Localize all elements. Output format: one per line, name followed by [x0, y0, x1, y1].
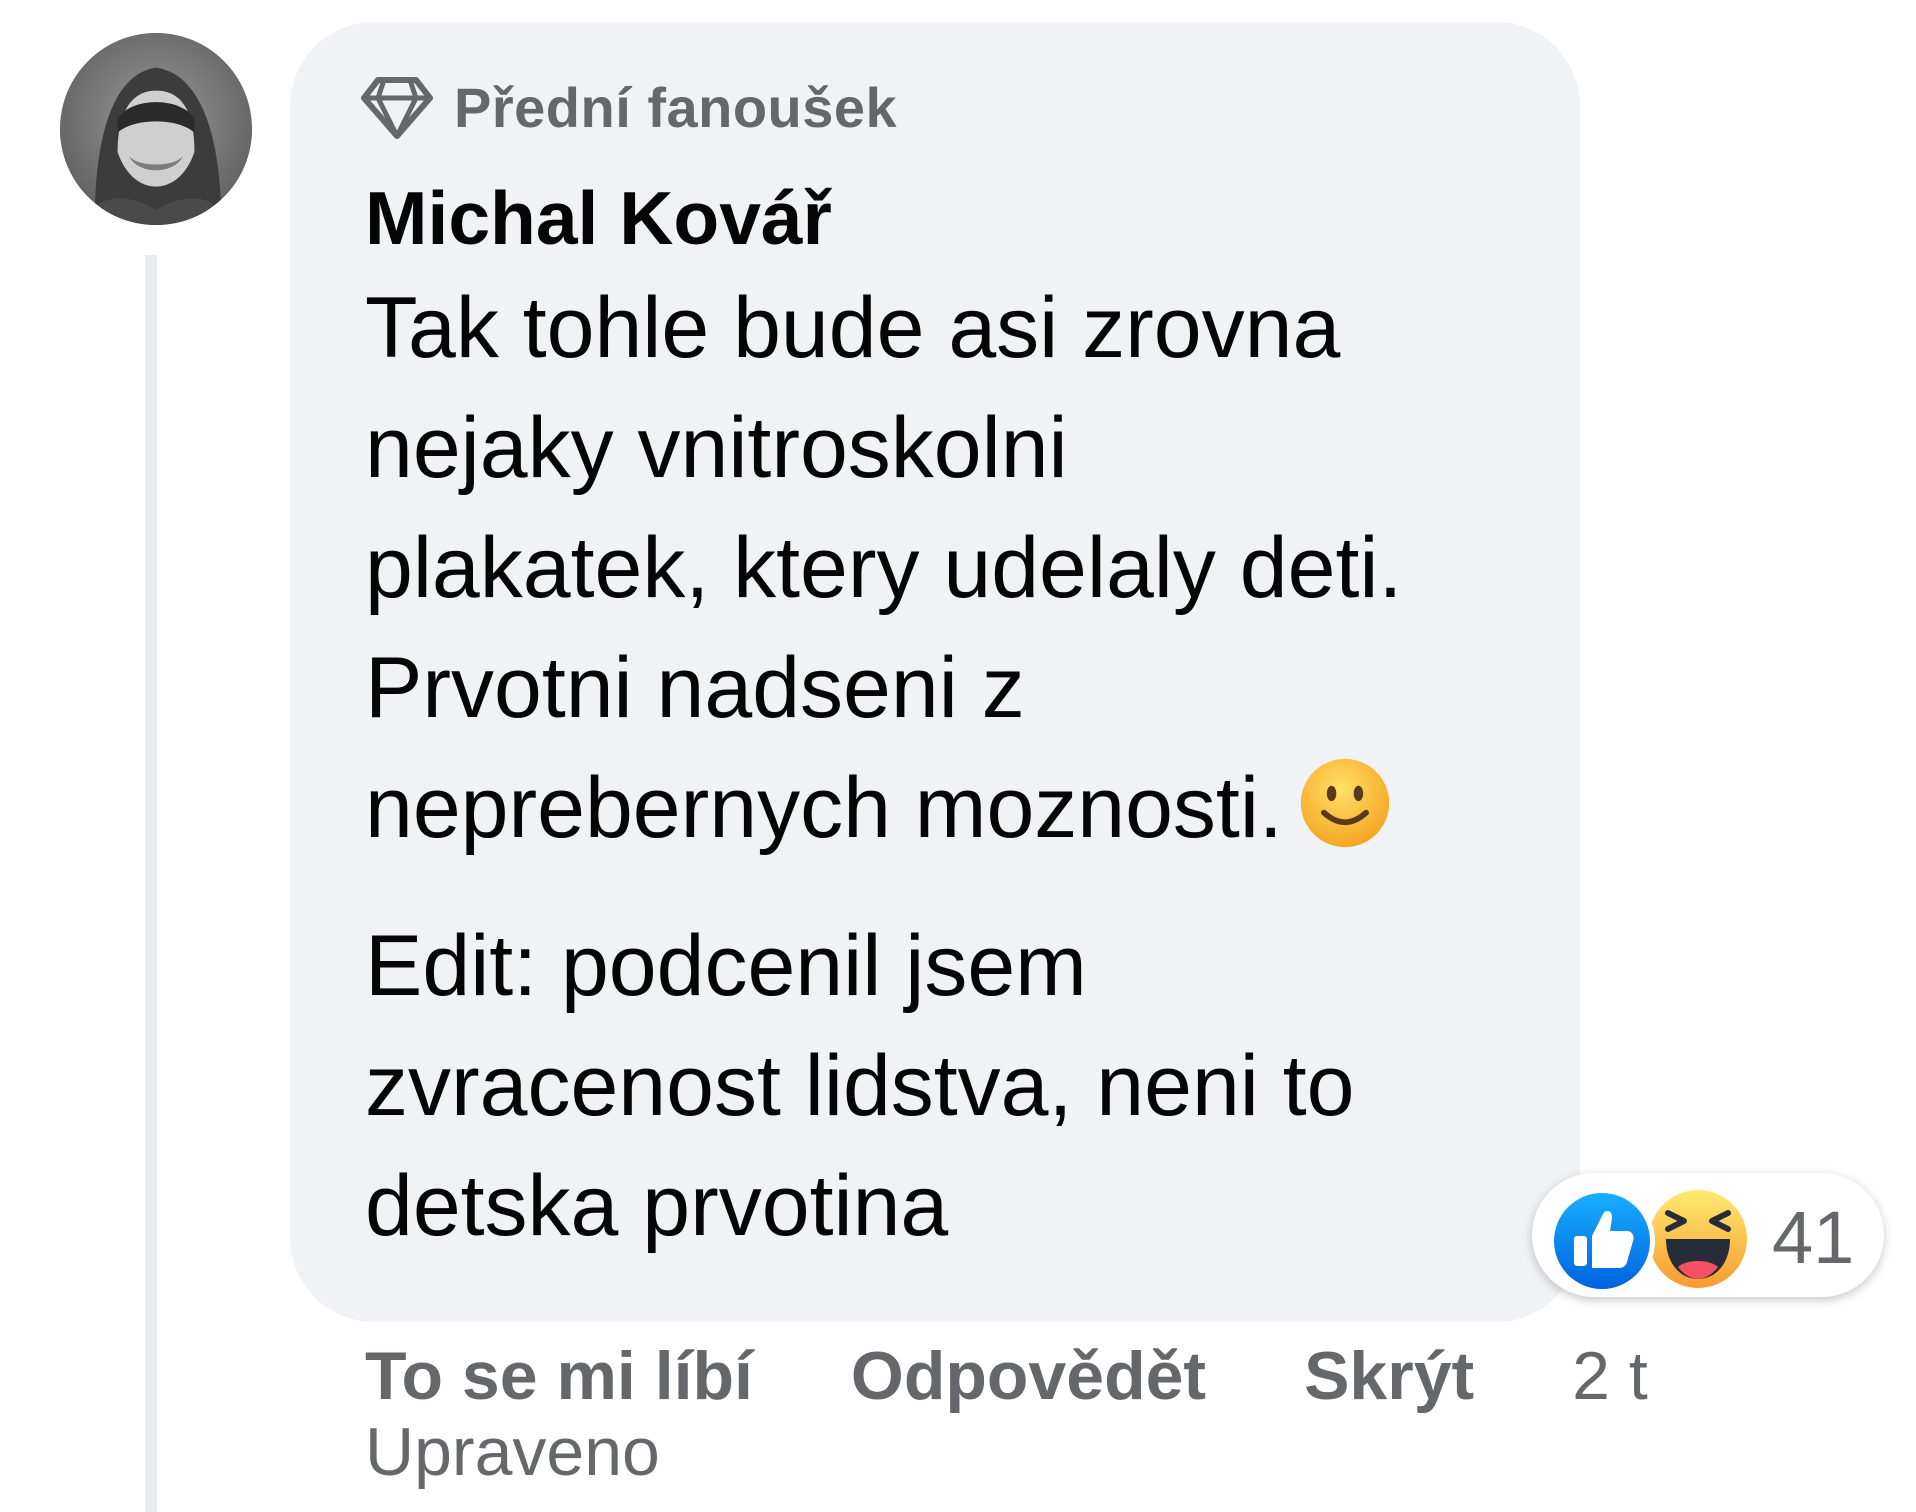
like-icon — [1549, 1188, 1655, 1294]
reactions-summary[interactable]: 41 — [1532, 1173, 1884, 1297]
reply-button[interactable]: Odpovědět — [851, 1337, 1206, 1415]
comment-text-line: Tak tohle bude asi zrovna — [365, 280, 1341, 376]
edited-label[interactable]: Upraveno — [365, 1413, 660, 1491]
diamond-icon — [361, 77, 433, 139]
comment-text-line: nejaky vnitroskolni — [365, 400, 1068, 496]
comment-text: Tak tohle bude asi zrovna nejaky vnitros… — [365, 268, 1545, 1266]
comment-text-line: Prvotni nadseni z — [365, 640, 1025, 736]
top-fan-badge: Přední fanoušek — [360, 72, 897, 142]
hide-button[interactable]: Skrýt — [1304, 1337, 1474, 1415]
reaction-count: 41 — [1772, 1196, 1855, 1279]
comment-edit-line: Edit: podcenil jsem — [365, 918, 1087, 1014]
comment-text-line-with-emoji: neprebernych moznosti. — [365, 748, 1545, 868]
smiling-face-emoji — [1300, 758, 1389, 848]
comment-text-line: neprebernych moznosti. — [365, 760, 1283, 856]
haha-icon — [1644, 1185, 1752, 1293]
comment-edit-line: detska prvotina — [365, 1158, 949, 1254]
comment-edit-line: zvracenost lidstva, neni to — [365, 1038, 1355, 1134]
comment-text-line: plakatek, ktery udelaly deti. — [365, 520, 1403, 616]
like-button[interactable]: To se mi líbí — [365, 1337, 753, 1415]
badge-label: Přední fanoušek — [454, 75, 898, 139]
author-name[interactable]: Michal Kovář — [365, 175, 832, 261]
avatar[interactable] — [60, 33, 252, 225]
thread-line — [145, 255, 157, 1512]
comment-actions: To se mi líbí Odpovědět Skrýt 2 t — [365, 1337, 1648, 1415]
timestamp[interactable]: 2 t — [1572, 1337, 1648, 1415]
